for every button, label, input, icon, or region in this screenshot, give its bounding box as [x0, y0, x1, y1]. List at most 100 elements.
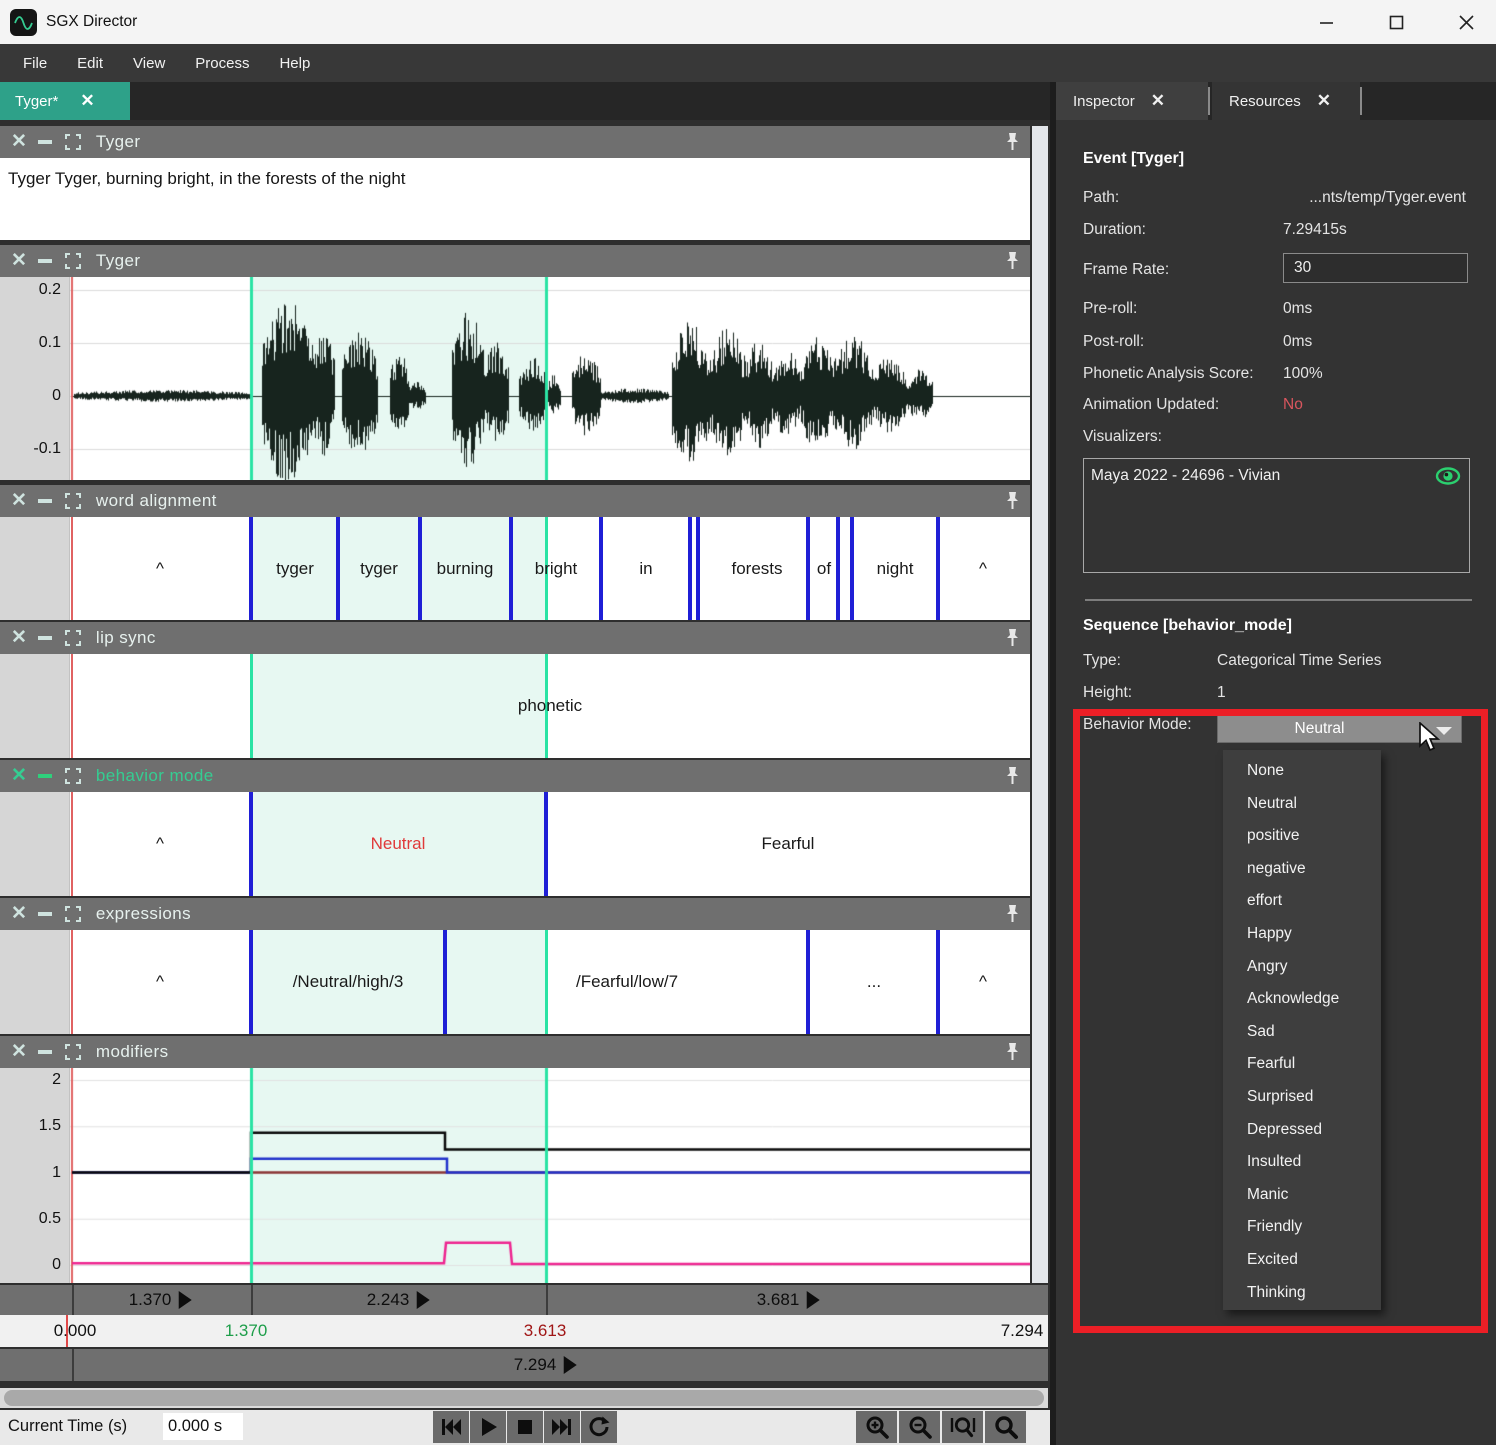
option-excited[interactable]: Excited [1223, 1244, 1381, 1277]
panel-minimize-icon[interactable] [38, 259, 52, 263]
panel-minimize-icon[interactable] [38, 912, 52, 916]
option-negative[interactable]: negative [1223, 853, 1381, 886]
panel-close-icon[interactable]: ✕ [11, 127, 27, 157]
pin-icon[interactable] [1005, 1042, 1020, 1062]
visibility-eye-icon[interactable] [1435, 466, 1461, 491]
zoom-selection-button[interactable] [942, 1411, 983, 1443]
vertical-scrollbar[interactable] [1032, 126, 1048, 1283]
inspector-row-label: Visualizers: [1083, 428, 1162, 446]
horizontal-scrollbar[interactable] [0, 1388, 1048, 1408]
option-none[interactable]: None [1223, 755, 1381, 788]
tab-tyger[interactable]: Tyger* ✕ [0, 82, 130, 120]
panel-close-icon[interactable]: ✕ [11, 623, 27, 653]
zoom-in-button[interactable] [856, 1411, 897, 1443]
panel-expand-icon[interactable] [65, 768, 81, 784]
option-neutral[interactable]: Neutral [1223, 788, 1381, 821]
pin-icon[interactable] [1005, 766, 1020, 786]
behavior-mode-dropdown[interactable]: Neutral [1217, 715, 1462, 743]
option-happy[interactable]: Happy [1223, 918, 1381, 951]
minimize-button[interactable] [1303, 0, 1349, 44]
maximize-button[interactable] [1373, 0, 1419, 44]
panel-minimize-icon[interactable] [38, 499, 52, 503]
menu-file[interactable]: File [8, 44, 62, 82]
panel-expand-icon[interactable] [65, 906, 81, 922]
panel-minimize-icon[interactable] [38, 636, 52, 640]
pin-icon[interactable] [1005, 491, 1020, 511]
tab-close-icon[interactable]: ✕ [1317, 91, 1331, 111]
play-button[interactable] [470, 1411, 506, 1443]
visualizer-item[interactable]: Maya 2022 - 24696 - Vivian [1091, 467, 1280, 485]
pin-icon[interactable] [1005, 132, 1020, 152]
frame-rate-input[interactable]: 30 [1283, 253, 1468, 283]
loop-button[interactable] [581, 1411, 617, 1443]
panel-expand-icon[interactable] [65, 253, 81, 269]
tab-inspector[interactable]: Inspector✕ [1056, 82, 1208, 120]
menu-process[interactable]: Process [180, 44, 264, 82]
panel-close-icon[interactable]: ✕ [11, 761, 27, 791]
timeline-segment-label[interactable]: 3.681 [757, 1290, 820, 1310]
pin-icon[interactable] [1005, 251, 1020, 271]
option-thinking[interactable]: Thinking [1223, 1277, 1381, 1310]
menu-help[interactable]: Help [264, 44, 325, 82]
option-positive[interactable]: positive [1223, 820, 1381, 853]
option-depressed[interactable]: Depressed [1223, 1114, 1381, 1147]
pin-icon[interactable] [1005, 628, 1020, 648]
panel-expand-icon[interactable] [65, 134, 81, 150]
track-label: /Neutral/high/3 [293, 972, 404, 992]
timeline-segment-label[interactable]: 7.294 [514, 1355, 577, 1375]
timeline-segment-label[interactable]: 1.370 [129, 1290, 192, 1310]
current-time-input[interactable]: 0.000 s [163, 1413, 243, 1440]
option-sad[interactable]: Sad [1223, 1016, 1381, 1049]
panel-close-icon[interactable]: ✕ [11, 486, 27, 516]
zoom-all-button[interactable] [985, 1411, 1026, 1443]
selection-edge-line [545, 930, 548, 1034]
tab-close-icon[interactable]: ✕ [1151, 91, 1165, 111]
close-button[interactable] [1443, 0, 1489, 44]
panel-close-icon[interactable]: ✕ [11, 899, 27, 929]
pin-icon[interactable] [1005, 904, 1020, 924]
panel-behavior-mode: ✕behavior mode^NeutralFearful [0, 760, 1030, 896]
segment-play-icon[interactable] [416, 1291, 429, 1309]
panel-close-icon[interactable]: ✕ [11, 1037, 27, 1067]
app-logo-icon [10, 9, 37, 36]
option-acknowledge[interactable]: Acknowledge [1223, 983, 1381, 1016]
panel-expand-icon[interactable] [65, 1044, 81, 1060]
panel-minimize-icon[interactable] [38, 774, 52, 778]
option-angry[interactable]: Angry [1223, 951, 1381, 984]
option-effort[interactable]: effort [1223, 885, 1381, 918]
track-label: /Fearful/low/7 [576, 972, 678, 992]
option-manic[interactable]: Manic [1223, 1179, 1381, 1212]
inspector-row-label: Height: [1083, 684, 1132, 702]
panel-minimize-icon[interactable] [38, 1050, 52, 1054]
panel-close-icon[interactable]: ✕ [11, 246, 27, 276]
menu-edit[interactable]: Edit [62, 44, 118, 82]
tab-tyger-close-icon[interactable]: ✕ [80, 91, 94, 111]
track-label: ^ [979, 559, 987, 579]
segment-play-icon[interactable] [178, 1291, 191, 1309]
axis-tick-label: 2 [52, 1071, 61, 1089]
tab-resources[interactable]: Resources✕ [1212, 82, 1360, 120]
panel-minimize-icon[interactable] [38, 140, 52, 144]
skip-start-button[interactable] [433, 1411, 469, 1443]
panel-word-alignment: ✕word alignment^tygertygerburningbrighti… [0, 485, 1030, 620]
segment-boundary [249, 930, 253, 1034]
track-label: night [877, 559, 914, 579]
option-friendly[interactable]: Friendly [1223, 1211, 1381, 1244]
panel-title: Tyger [96, 251, 141, 271]
segment-play-icon[interactable] [806, 1291, 819, 1309]
panel-expand-icon[interactable] [65, 630, 81, 646]
option-surprised[interactable]: Surprised [1223, 1081, 1381, 1114]
stop-button[interactable] [507, 1411, 543, 1443]
skip-end-button[interactable] [544, 1411, 580, 1443]
timeline-segment-label[interactable]: 2.243 [367, 1290, 430, 1310]
zoom-out-button[interactable] [899, 1411, 940, 1443]
segment-play-icon[interactable] [563, 1356, 576, 1374]
menu-view[interactable]: View [118, 44, 180, 82]
inspector-row-value: 100% [1283, 365, 1323, 383]
panel-lip-sync: ✕lip syncphonetic [0, 622, 1030, 758]
horizontal-scrollbar-handle[interactable] [4, 1390, 1044, 1406]
option-fearful[interactable]: Fearful [1223, 1048, 1381, 1081]
inspector-row-value: No [1283, 396, 1303, 414]
option-insulted[interactable]: Insulted [1223, 1146, 1381, 1179]
panel-expand-icon[interactable] [65, 493, 81, 509]
